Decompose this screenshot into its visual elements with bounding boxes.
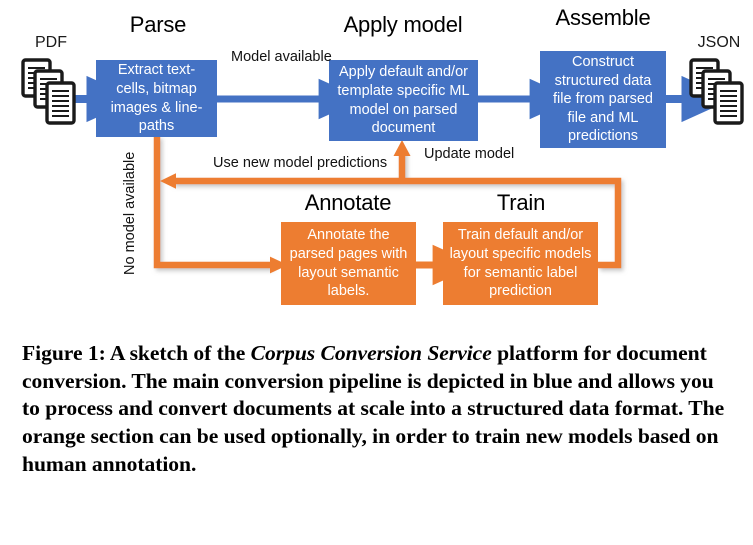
stage-title-parse: Parse — [129, 12, 187, 37]
caption-text-before: A sketch of the — [105, 341, 251, 365]
node-apply-model[interactable]: Apply default and/or template specific M… — [329, 60, 478, 141]
node-train[interactable]: Train default and/or layout specific mod… — [443, 222, 598, 305]
input-label-pdf: PDF — [35, 34, 67, 51]
edge-label-use-new-model-predictions: Use new model predictions — [213, 155, 388, 171]
node-parse-label: Extract text-cells, bitmap images & line… — [110, 62, 203, 135]
node-annotate[interactable]: Annotate the parsed pages with layout se… — [281, 222, 416, 305]
caption-figure-label: Figure 1: — [22, 341, 106, 365]
output-label-json: JSON — [697, 34, 741, 51]
node-apply-model-label: Apply default and/or template specific M… — [337, 64, 470, 137]
node-assemble-label: Construct structured data file from pars… — [553, 54, 653, 145]
figure-diagram: PDF JSON Parse Apply model Assemble Anno… — [0, 0, 753, 335]
node-assemble[interactable]: Construct structured data file from pars… — [540, 51, 666, 148]
figure-caption: Figure 1: A sketch of the Corpus Convers… — [22, 340, 736, 479]
stage-title-annotate: Annotate — [304, 190, 392, 215]
stage-title-apply-model: Apply model — [343, 12, 463, 37]
edge-label-no-model-available: No model available — [122, 151, 138, 275]
stage-title-train: Train — [496, 190, 546, 215]
edge-label-update-model: Update model — [424, 146, 515, 162]
node-annotate-label: Annotate the parsed pages with layout se… — [289, 227, 408, 300]
caption-italic-term: Corpus Conversion Service — [250, 341, 492, 365]
node-train-label: Train default and/or layout specific mod… — [449, 227, 592, 300]
node-parse[interactable]: Extract text-cells, bitmap images & line… — [96, 60, 217, 137]
edge-label-model-available: Model available — [231, 49, 332, 65]
stage-title-assemble: Assemble — [555, 5, 651, 30]
